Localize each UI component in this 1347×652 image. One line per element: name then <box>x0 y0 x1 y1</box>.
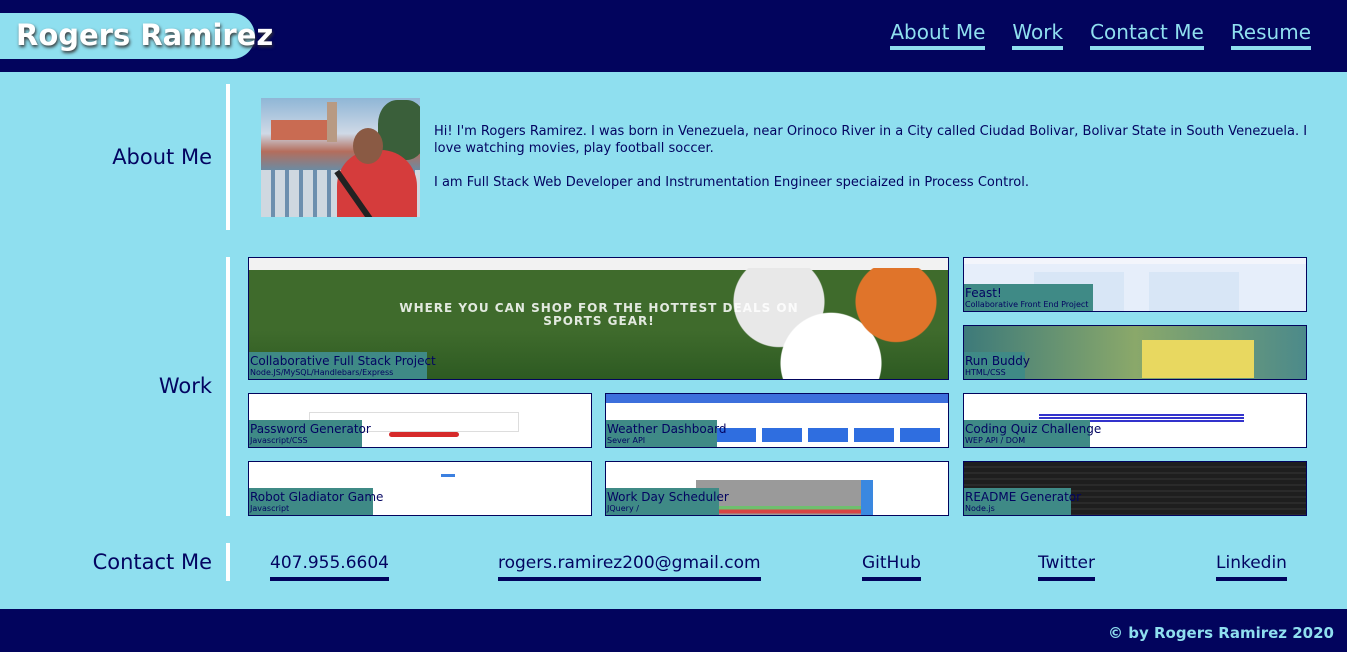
project-label: Feast! Collaborative Front End Project <box>964 284 1093 311</box>
project-title: Run Buddy <box>965 354 1030 368</box>
about-paragraph-1: Hi! I'm Rogers Ramirez. I was born in Ve… <box>434 124 1308 156</box>
work-heading: Work <box>158 374 212 398</box>
nav-resume[interactable]: Resume <box>1230 20 1311 50</box>
project-tech: JQuery / <box>607 504 639 513</box>
project-title: README Generator <box>965 490 1082 504</box>
project-title: Collaborative Full Stack Project <box>250 354 436 368</box>
project-title: Work Day Scheduler <box>607 490 729 504</box>
main-nav: About Me Work Contact Me Resume <box>890 20 1311 50</box>
nav-contact-me[interactable]: Contact Me <box>1090 20 1204 50</box>
contact-divider <box>226 543 230 581</box>
project-tech: Node.JS/MySQL/Handlebars/Express <box>250 368 394 377</box>
work-divider <box>226 257 230 516</box>
project-card-work-day-scheduler[interactable]: Work Day Scheduler JQuery / <box>605 461 949 516</box>
project-label: Weather Dashboard Sever API <box>606 420 727 447</box>
site-footer: © by Rogers Ramirez 2020 <box>0 609 1347 652</box>
project-card-run-buddy[interactable]: Run Buddy HTML/CSS <box>963 325 1307 380</box>
brand-name: Rogers Ramirez <box>16 18 274 52</box>
contact-linkedin[interactable]: Linkedin <box>1216 553 1287 581</box>
profile-photo <box>261 98 420 217</box>
about-text: Hi! I'm Rogers Ramirez. I was born in Ve… <box>434 123 1310 191</box>
project-tech: Sever API <box>607 436 646 445</box>
project-tech: Javascript/CSS <box>250 436 308 445</box>
project-label: Robot Gladiator Game Javascript <box>249 488 384 515</box>
nav-work[interactable]: Work <box>1012 20 1064 50</box>
contact-twitter[interactable]: Twitter <box>1038 553 1095 581</box>
project-tech: Javascript <box>250 504 290 513</box>
about-paragraph-2: I am Full Stack Web Developer and Instru… <box>434 175 1029 190</box>
project-label: Collaborative Full Stack Project Node.JS… <box>249 352 436 379</box>
project-tech: Node.js <box>965 504 995 513</box>
about-divider <box>226 84 230 230</box>
contact-email[interactable]: rogers.ramirez200@gmail.com <box>498 553 761 581</box>
project-title: Weather Dashboard <box>607 422 727 436</box>
about-heading: About Me <box>112 145 212 169</box>
project-title: Robot Gladiator Game <box>250 490 384 504</box>
project-card-full-stack[interactable]: WHERE YOU CAN SHOP FOR THE HOTTEST DEALS… <box>248 257 949 380</box>
project-tech: Collaborative Front End Project <box>965 300 1089 309</box>
project-label: Work Day Scheduler JQuery / <box>606 488 729 515</box>
project-card-password-generator[interactable]: Password Generator Javascript/CSS <box>248 393 592 448</box>
project-hero-text: WHERE YOU CAN SHOP FOR THE HOTTEST DEALS… <box>399 301 799 328</box>
project-label: README Generator Node.js <box>964 488 1082 515</box>
nav-about-me[interactable]: About Me <box>890 20 986 50</box>
project-card-weather-dashboard[interactable]: Weather Dashboard Sever API <box>605 393 949 448</box>
project-card-feast[interactable]: Feast! Collaborative Front End Project <box>963 257 1307 312</box>
project-card-robot-gladiator[interactable]: Robot Gladiator Game Javascript <box>248 461 592 516</box>
brand-pill: Rogers Ramirez <box>0 13 273 59</box>
project-card-coding-quiz[interactable]: Coding Quiz Challenge WEP API / DOM <box>963 393 1307 448</box>
project-label: Coding Quiz Challenge WEP API / DOM <box>964 420 1102 447</box>
project-label: Run Buddy HTML/CSS <box>964 352 1030 379</box>
footer-copyright: © by Rogers Ramirez 2020 <box>1108 624 1334 642</box>
contact-github[interactable]: GitHub <box>862 553 921 581</box>
project-title: Password Generator <box>250 422 371 436</box>
project-tech: WEP API / DOM <box>965 436 1026 445</box>
contact-phone[interactable]: 407.955.6604 <box>270 553 389 581</box>
project-tech: HTML/CSS <box>965 368 1006 377</box>
project-label: Password Generator Javascript/CSS <box>249 420 371 447</box>
project-title: Coding Quiz Challenge <box>965 422 1102 436</box>
project-card-readme-generator[interactable]: README Generator Node.js <box>963 461 1307 516</box>
contact-heading: Contact Me <box>92 550 212 574</box>
project-title: Feast! <box>965 286 1002 300</box>
site-header: Rogers Ramirez About Me Work Contact Me … <box>0 0 1347 72</box>
